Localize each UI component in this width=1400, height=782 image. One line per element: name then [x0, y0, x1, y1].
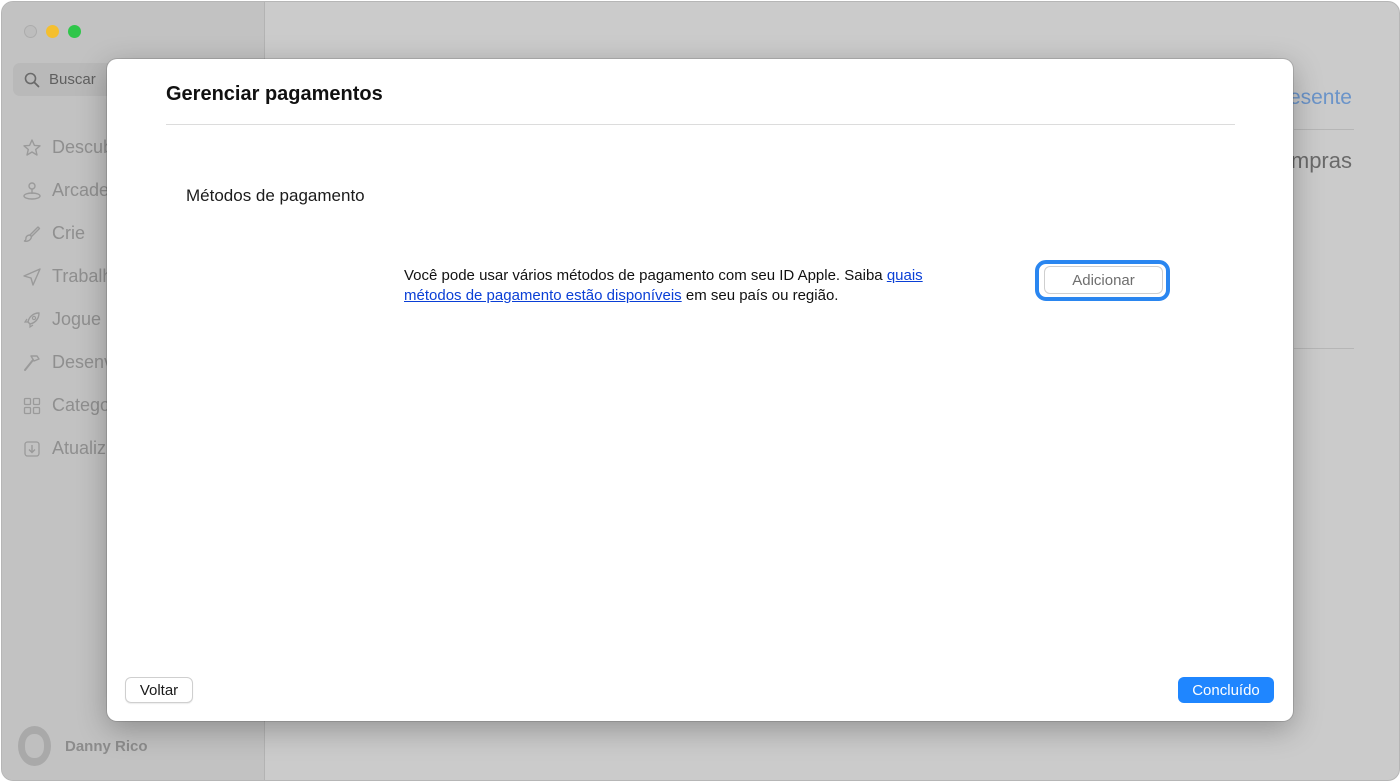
joystick-icon [22, 181, 42, 201]
grid-icon [22, 396, 42, 416]
sidebar-item-label: Atualiz [52, 438, 107, 458]
window-controls [24, 25, 81, 38]
search-icon [24, 72, 40, 87]
user-name: Danny Rico [65, 737, 148, 755]
zoom-window-button[interactable] [68, 25, 81, 38]
info-text-before: Você pode usar vários métodos de pagamen… [404, 267, 887, 284]
sidebar-item-label: Trabalh [52, 266, 113, 286]
sidebar-item-play[interactable]: Jogue [22, 298, 113, 341]
sidebar-item-label: Crie [52, 223, 86, 243]
sidebar-item-label: Desenv [52, 352, 114, 372]
sidebar-item-updates[interactable]: Atualiz [22, 427, 113, 470]
divider [1294, 129, 1354, 130]
sidebar-item-develop[interactable]: Desenv [22, 341, 113, 384]
purchases-heading: mpras [1290, 148, 1352, 173]
avatar [18, 726, 51, 766]
sidebar-item-create[interactable]: Crie [22, 212, 113, 255]
sidebar-item-arcade[interactable]: Arcade [22, 169, 113, 212]
brush-icon [22, 224, 42, 244]
hammer-icon [22, 353, 42, 373]
sidebar-nav: Descub Arcade Crie Trabalh Jogue Desenv … [22, 126, 113, 470]
back-button[interactable]: Voltar [125, 677, 193, 703]
star-icon [22, 138, 42, 158]
payment-info-text: Você pode usar vários métodos de pagamen… [404, 266, 984, 306]
sidebar-item-label: Descub [52, 137, 114, 157]
sidebar-item-discover[interactable]: Descub [22, 126, 113, 169]
done-button[interactable]: Concluído [1178, 677, 1274, 703]
gift-link[interactable]: esente [1289, 86, 1352, 110]
sidebar-item-work[interactable]: Trabalh [22, 255, 113, 298]
sheet-title: Gerenciar pagamentos [166, 83, 383, 105]
divider [1294, 348, 1354, 349]
download-icon [22, 439, 42, 459]
minimize-window-button[interactable] [46, 25, 59, 38]
rocket-icon [22, 310, 42, 330]
account-button[interactable]: Danny Rico [18, 726, 148, 766]
search-label: Buscar [49, 71, 96, 88]
close-window-button[interactable] [24, 25, 37, 38]
info-text-after: em seu país ou região. [681, 287, 839, 304]
sidebar-item-label: Catego [52, 395, 111, 415]
manage-payments-sheet: Gerenciar pagamentos Métodos de pagament… [107, 59, 1293, 721]
sidebar-item-label: Jogue [52, 309, 102, 329]
paper-plane-icon [22, 267, 42, 287]
payment-methods-label: Métodos de pagamento [186, 186, 365, 205]
sidebar-item-categories[interactable]: Catego [22, 384, 113, 427]
title-divider [166, 124, 1235, 125]
add-payment-button[interactable]: Adicionar [1044, 266, 1163, 294]
sidebar-item-label: Arcade [52, 180, 110, 200]
